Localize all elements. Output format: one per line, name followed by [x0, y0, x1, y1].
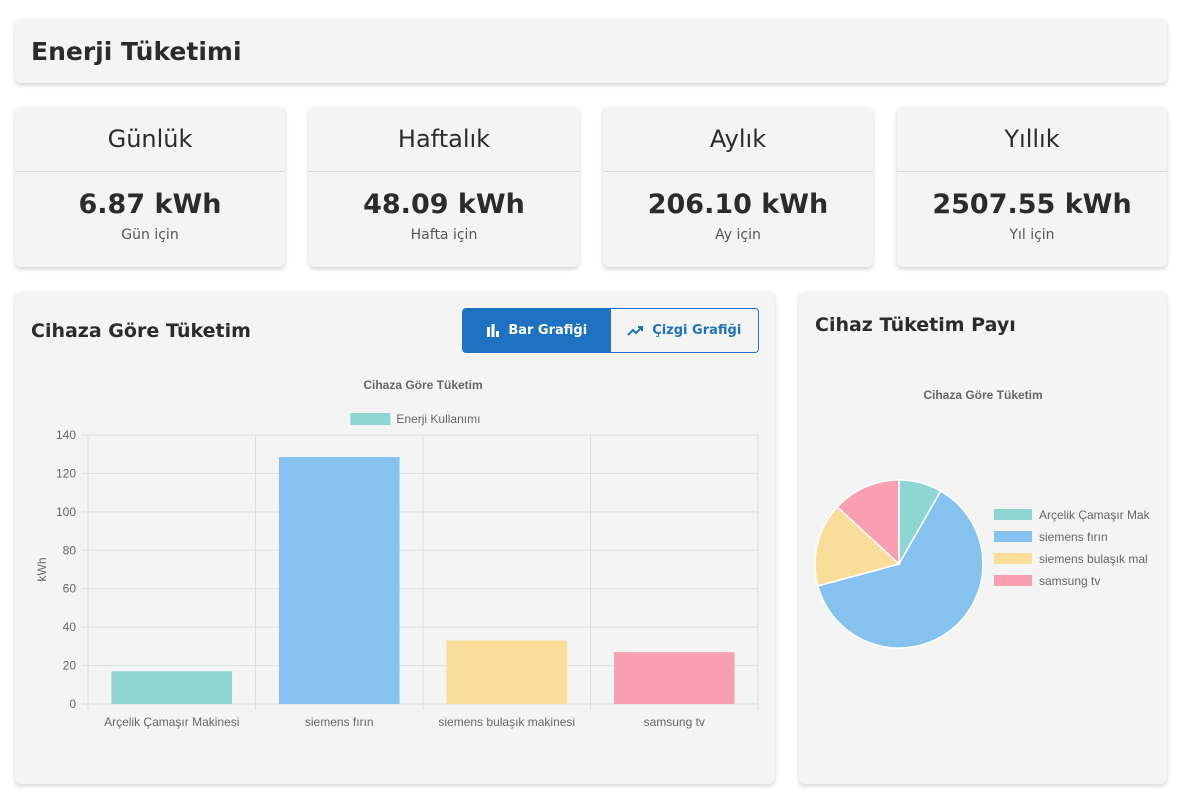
- stat-divider: [15, 171, 285, 172]
- stat-value: 2507.55 kWh: [932, 189, 1132, 220]
- device-share-card: Cihaz Tüketim Payı Cihaza Göre Tüketim Ar…: [799, 292, 1167, 784]
- stat-title: Günlük: [107, 125, 193, 153]
- line-chart-button-label: Çizgi Grafiği: [652, 323, 742, 338]
- legend-label: Enerji Kullanımı: [396, 412, 480, 426]
- stat-subtitle: Ay için: [715, 227, 761, 243]
- x-tick-label: siemens fırın: [305, 715, 374, 729]
- stat-value: 6.87 kWh: [78, 189, 222, 220]
- line-chart-button[interactable]: Çizgi Grafiği: [610, 309, 758, 352]
- bar-chart-button-label: Bar Grafiği: [508, 323, 588, 338]
- bar-chart-button[interactable]: Bar Grafiği: [463, 309, 611, 352]
- legend-label: Arçelik Çamaşır Mak: [1039, 508, 1151, 522]
- legend-swatch: [994, 575, 1032, 586]
- legend-label: siemens bulaşık mal: [1039, 552, 1148, 566]
- x-tick-label: Arçelik Çamaşır Makinesi: [104, 715, 239, 729]
- chart-title: Cihaza Göre Tüketim: [363, 378, 482, 392]
- bar: [613, 652, 735, 704]
- stat-subtitle: Gün için: [121, 227, 179, 243]
- trending-up-icon: [627, 326, 644, 336]
- pie-chart: Cihaza Göre Tüketim Arçelik Çamaşır Mak si…: [814, 388, 1151, 649]
- legend-swatch: [350, 413, 391, 425]
- stat-card-yearly: Yıllık 2507.55 kWh Yıl için: [897, 107, 1167, 267]
- x-tick-label: samsung tv: [644, 715, 705, 729]
- device-consumption-card: Cihaza Göre Tüketim Bar Grafiği Çizgi Gr…: [15, 292, 775, 784]
- x-tick-label: siemens bulaşık makinesi: [438, 715, 575, 729]
- stat-subtitle: Hafta için: [410, 227, 478, 243]
- stat-subtitle: Yıl için: [1009, 227, 1055, 243]
- stat-card-daily: Günlük 6.87 kWh Gün için: [15, 107, 285, 267]
- stat-title: Yıllık: [1004, 125, 1060, 153]
- bar: [111, 671, 233, 704]
- y-tick-label: 100: [56, 505, 76, 519]
- card-title: Cihaza Göre Tüketim: [31, 320, 251, 342]
- bar: [446, 640, 568, 704]
- card-title: Cihaz Tüketim Payı: [815, 314, 1016, 336]
- y-tick-label: 20: [63, 659, 77, 673]
- bar: [278, 457, 400, 704]
- stat-title: Haftalık: [397, 125, 491, 153]
- y-tick-label: 60: [63, 582, 77, 596]
- stat-card-monthly: Aylık 206.10 kWh Ay için: [603, 107, 873, 267]
- bar-chart-icon: [487, 324, 500, 337]
- bar-chart: Cihaza Göre Tüketim Enerji Kullanımı 0 20 40…: [35, 378, 759, 729]
- stat-divider: [897, 171, 1167, 172]
- y-tick-label: 0: [69, 697, 76, 711]
- legend-label: samsung tv: [1039, 574, 1100, 588]
- stat-title: Aylık: [709, 125, 767, 153]
- stat-value: 206.10 kWh: [647, 189, 829, 220]
- stat-card-weekly: Haftalık 48.09 kWh Hafta için: [309, 107, 579, 267]
- y-tick-label: 40: [63, 620, 77, 634]
- y-axis-label: kWh: [35, 558, 49, 582]
- y-tick-label: 80: [63, 543, 77, 557]
- legend-swatch: [994, 509, 1032, 520]
- stat-divider: [309, 171, 579, 172]
- legend-label: siemens fırın: [1039, 530, 1108, 544]
- page-title: Enerji Tüketimi: [31, 37, 242, 66]
- legend-swatch: [994, 531, 1032, 542]
- y-tick-label: 120: [56, 466, 76, 480]
- stat-value: 48.09 kWh: [363, 189, 525, 220]
- chart-type-toggle: Bar Grafiği Çizgi Grafiği: [462, 308, 759, 353]
- chart-title: Cihaza Göre Tüketim: [923, 388, 1042, 402]
- pie-legend: Arçelik Çamaşır Mak siemens fırın siemens …: [994, 508, 1151, 588]
- legend-swatch: [994, 553, 1032, 564]
- header-card: Enerji Tüketimi: [15, 19, 1167, 83]
- y-tick-label: 140: [56, 428, 76, 442]
- stat-divider: [603, 171, 873, 172]
